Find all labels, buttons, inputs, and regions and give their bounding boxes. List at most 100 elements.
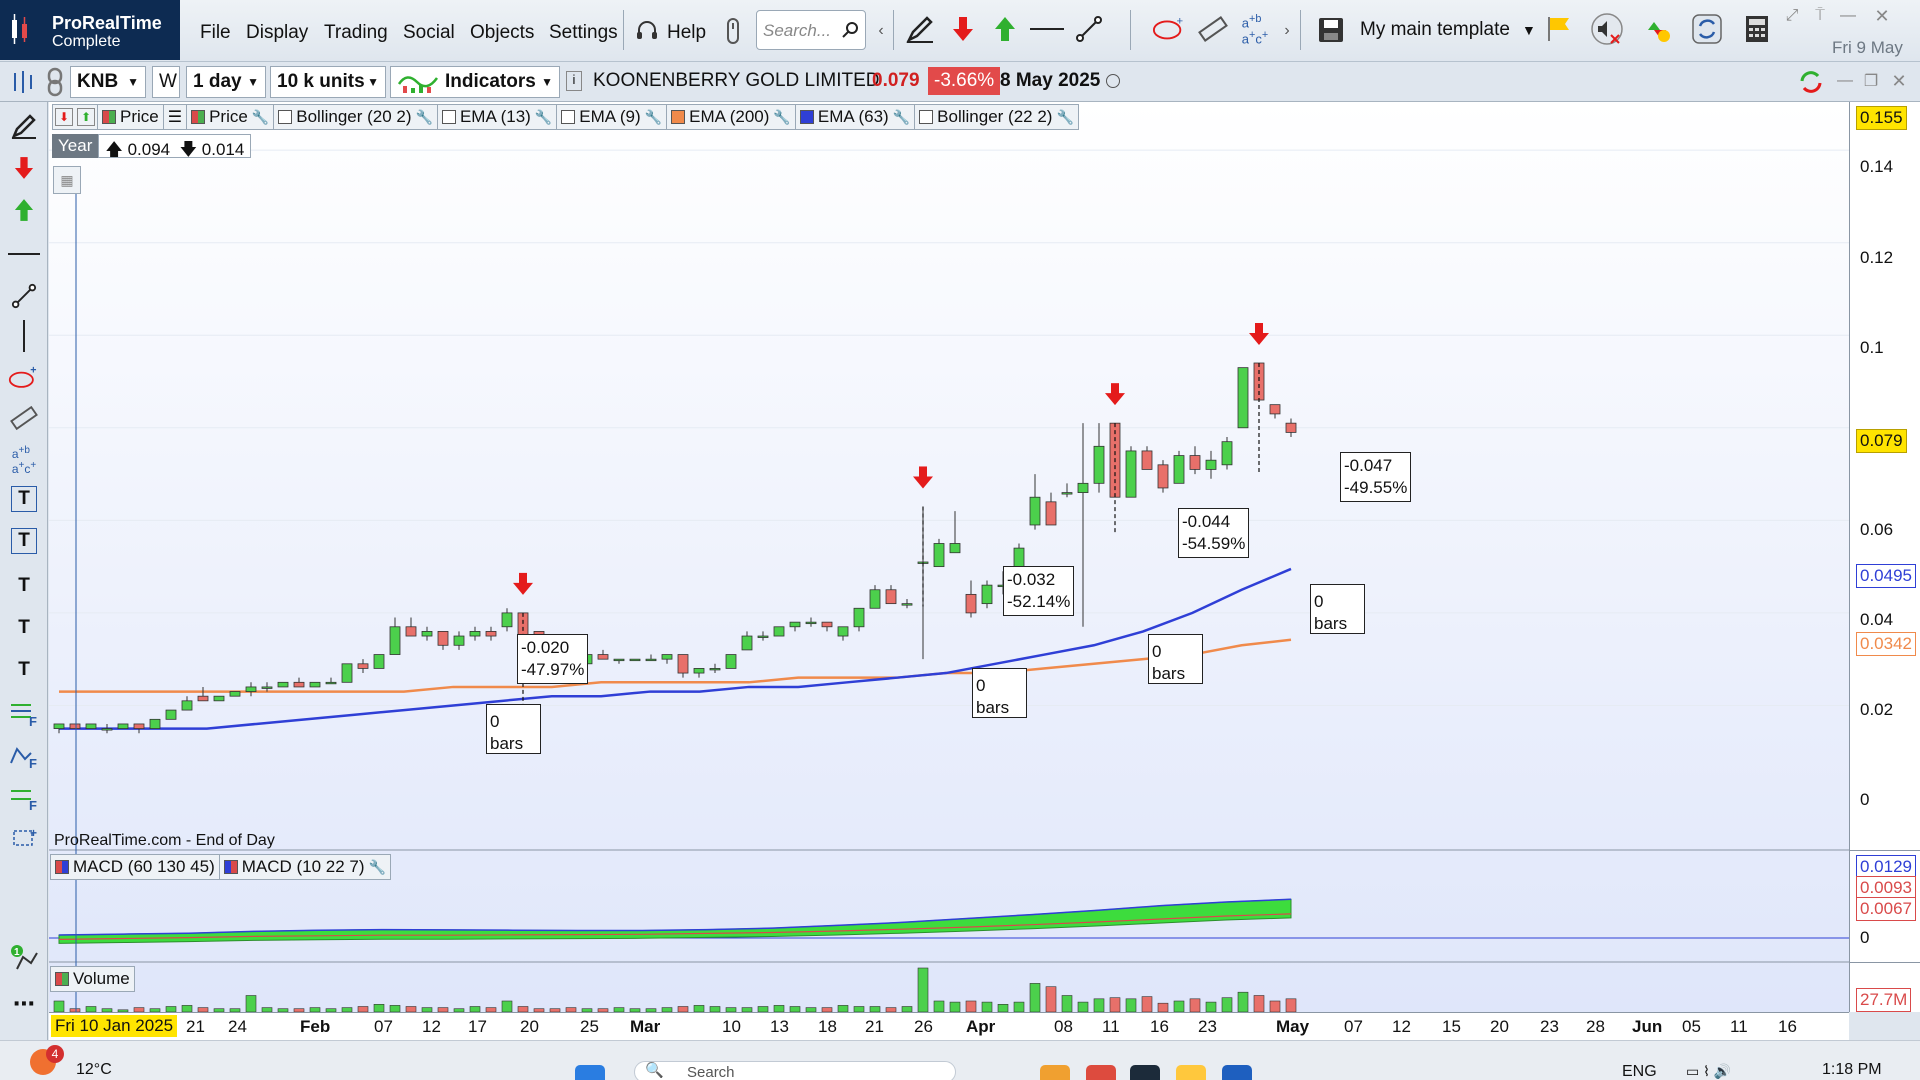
fibonacci-fan-icon[interactable]: F [8, 740, 40, 772]
sell-arrow-icon[interactable] [946, 12, 980, 46]
text-tool-icon[interactable]: T [8, 570, 40, 602]
app-icon[interactable] [1040, 1065, 1070, 1080]
link-chain-icon[interactable] [42, 65, 68, 99]
legend-price-1[interactable]: Price [97, 104, 164, 130]
buy-arrow-icon[interactable] [988, 12, 1022, 46]
w-button[interactable]: W [152, 66, 180, 98]
indicators-button[interactable]: Indicators ▼ [390, 66, 560, 98]
legend-bollinger-22[interactable]: Bollinger (22 2) 🔧 [914, 104, 1079, 130]
text-tool-boxed-icon[interactable]: T [11, 486, 37, 512]
sell-arrow-head [1105, 393, 1125, 406]
legend-price-2[interactable]: Price 🔧 [186, 104, 275, 130]
info-icon[interactable]: i [566, 71, 582, 91]
app-icon[interactable] [1130, 1065, 1160, 1080]
vertical-line-tool-icon[interactable] [8, 320, 40, 352]
scroll-right-icon[interactable]: › [1280, 14, 1294, 48]
search-input[interactable]: Search... [756, 10, 866, 50]
calendar-icon[interactable]: ▦ [53, 166, 81, 194]
chrome-icon[interactable] [1086, 1065, 1116, 1080]
menu-trading[interactable]: Trading [324, 22, 388, 44]
wrench-icon[interactable]: 🔧 [369, 859, 386, 876]
detach-window-icon[interactable]: ⤢ [1780, 4, 1804, 28]
legend-list-button[interactable]: ☰ [162, 104, 188, 130]
calculator-icon[interactable] [1740, 12, 1774, 46]
app-icon[interactable] [1222, 1065, 1252, 1080]
legend-ema-200[interactable]: EMA (200) 🔧 [666, 104, 796, 130]
ellipse-tool-icon[interactable]: + [1152, 12, 1186, 46]
sell-arrow-tool-icon[interactable] [8, 152, 40, 184]
upload-arrow-icon[interactable]: ⬆ [77, 108, 95, 126]
pencil-draw-icon[interactable] [903, 12, 937, 46]
wrench-icon[interactable]: 🔧 [773, 109, 790, 126]
legend-ema-9[interactable]: EMA (9) 🔧 [556, 104, 668, 130]
headset-icon[interactable] [630, 14, 664, 48]
scroll-left-icon[interactable]: ‹ [874, 14, 888, 48]
language-indicator[interactable]: ENG [1622, 1063, 1657, 1080]
ruler-tool-icon[interactable] [8, 402, 40, 434]
ruler-icon[interactable] [1196, 12, 1230, 46]
channel-tool-icon[interactable]: + [8, 824, 40, 856]
folder-icon[interactable] [1176, 1065, 1206, 1080]
legend-ema-63[interactable]: EMA (63) 🔧 [794, 104, 916, 130]
restore-chart-icon[interactable]: ❐ [1860, 68, 1882, 94]
wrench-icon[interactable]: 🔧 [252, 109, 269, 126]
time-axis[interactable]: Fri 10 Jan 2025 21 24 Feb 07 12 17 20 25 Mar 10 13… [49, 1012, 1849, 1040]
wrench-icon[interactable]: 🔧 [893, 109, 910, 126]
sync-icon[interactable] [1690, 12, 1724, 46]
buy-arrow-tool-icon[interactable] [8, 194, 40, 226]
taskbar-search[interactable]: 🔍 Search [634, 1061, 956, 1080]
system-tray-icons[interactable]: ▭ ⌇ 🔊 [1686, 1063, 1731, 1080]
ellipse-tool-icon[interactable]: + [8, 362, 40, 394]
price-axis[interactable]: 0.155 0.14 0.12 0.1 0.079 0.06 0.0495 0.… [1849, 102, 1920, 1012]
more-options-icon[interactable]: ⋯ [8, 988, 40, 1020]
text-tool-alt-icon[interactable]: T [8, 612, 40, 644]
ticker-select[interactable]: KNB ▼ [70, 66, 146, 98]
menu-file[interactable]: File [200, 22, 231, 44]
text-formula-tool-icon[interactable]: a+b a+c+ [8, 444, 40, 476]
measure-change: -0.020 [521, 638, 570, 657]
windows-start-icon[interactable] [575, 1065, 605, 1080]
menu-help[interactable]: Help [667, 22, 706, 44]
units-select[interactable]: 10 k units ▼ [270, 66, 386, 98]
trend-line-icon[interactable] [1072, 12, 1106, 46]
wrench-icon[interactable]: 🔧 [1056, 109, 1073, 126]
wrench-icon[interactable]: 🔧 [416, 109, 433, 126]
chart-style-icon[interactable] [6, 65, 40, 99]
text-tool-framed-icon[interactable]: T [11, 528, 37, 554]
keyboard-shortcut-icon[interactable] [716, 14, 750, 48]
refresh-sync-icon[interactable] [1794, 65, 1828, 99]
wrench-icon[interactable]: 🔧 [645, 109, 662, 126]
legend-macd-60[interactable]: MACD (60 130 45) [50, 854, 220, 880]
wrench-icon[interactable]: 🔧 [535, 109, 552, 126]
fibonacci-retracement-icon[interactable]: F [8, 698, 40, 730]
alert-bell-icon[interactable]: 1 [8, 942, 40, 974]
menu-display[interactable]: Display [246, 22, 308, 44]
chart-arrow-buttons[interactable]: ⬇ ⬆ [52, 104, 98, 130]
template-dropdown[interactable]: My main template ▼ [1316, 12, 1536, 48]
bars-count: 0 bars [490, 712, 524, 753]
download-arrow-icon[interactable]: ⬇ [55, 108, 73, 126]
horizontal-line-icon[interactable] [1030, 12, 1064, 46]
pencil-tool-icon[interactable] [8, 110, 40, 142]
fibonacci-levels-icon[interactable]: F [8, 782, 40, 814]
horizontal-line-tool-icon[interactable] [8, 238, 40, 270]
close-chart-icon[interactable]: ✕ [1888, 68, 1910, 94]
pin-icon[interactable]: ⍑ [1808, 4, 1832, 28]
text-tool-plain-icon[interactable]: T [8, 654, 40, 686]
sound-off-icon[interactable] [1590, 12, 1624, 46]
menu-social[interactable]: Social [403, 22, 455, 44]
legend-volume[interactable]: Volume [50, 966, 135, 992]
legend-macd-10[interactable]: MACD (10 22 7) 🔧 [218, 854, 391, 880]
trend-line-tool-icon[interactable] [8, 280, 40, 312]
alerts-icon[interactable] [1640, 12, 1674, 46]
minimize-chart-icon[interactable]: — [1834, 68, 1856, 94]
menu-objects[interactable]: Objects [470, 22, 534, 44]
legend-ema-13[interactable]: EMA (13) 🔧 [436, 104, 558, 130]
close-window-icon[interactable]: ✕ [1870, 4, 1894, 28]
menu-settings[interactable]: Settings [549, 22, 618, 44]
flag-icon[interactable] [1542, 12, 1576, 46]
period-select[interactable]: 1 day ▼ [186, 66, 266, 98]
text-annotation-icon[interactable]: a+b a+c+ [1238, 12, 1272, 46]
legend-bollinger-20[interactable]: Bollinger (20 2) 🔧 [273, 104, 438, 130]
minimize-window-icon[interactable]: — [1836, 4, 1860, 28]
